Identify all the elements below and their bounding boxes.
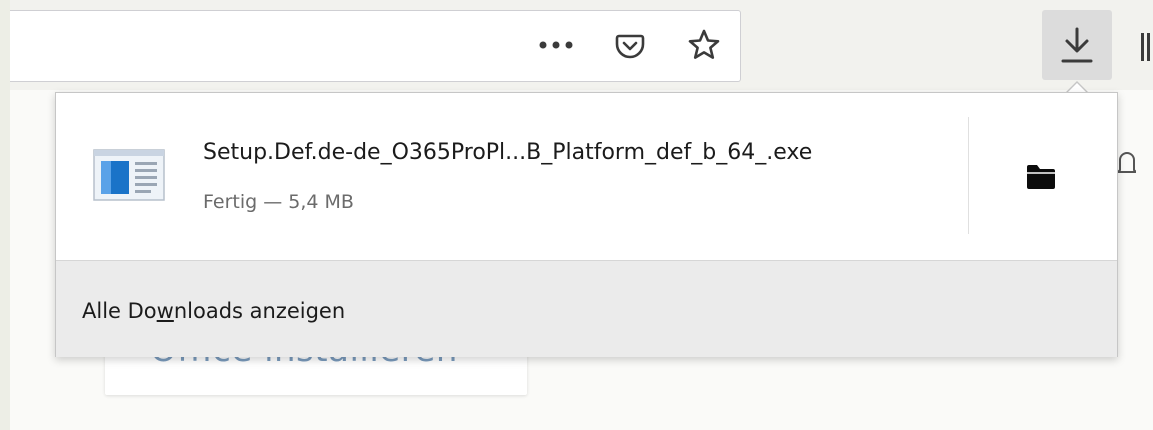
downloads-icon (1061, 27, 1093, 63)
open-folder-button[interactable] (991, 133, 1091, 221)
library-icon[interactable] (1140, 30, 1153, 68)
download-item[interactable]: Setup.Def.de-de_O365ProPl...B_Platform_d… (56, 93, 1117, 259)
folder-icon (1027, 165, 1055, 189)
download-status: Fertig — 5,4 MB (203, 191, 354, 213)
more-icon[interactable] (536, 25, 576, 65)
exe-file-icon (93, 149, 165, 205)
downloads-panel: Setup.Def.de-de_O365ProPl...B_Platform_d… (55, 92, 1118, 357)
url-bar[interactable] (10, 10, 741, 82)
pocket-icon[interactable] (610, 25, 650, 65)
star-icon[interactable] (684, 25, 724, 65)
show-all-downloads-label: Alle Downloads anzeigen (82, 299, 346, 323)
download-file-name: Setup.Def.de-de_O365ProPl...B_Platform_d… (203, 140, 813, 165)
window-edge (0, 0, 10, 430)
bell-icon[interactable] (1115, 148, 1139, 182)
downloads-button[interactable] (1042, 10, 1112, 80)
item-separator (968, 117, 969, 234)
show-all-downloads-button[interactable]: Alle Downloads anzeigen (56, 260, 1117, 357)
